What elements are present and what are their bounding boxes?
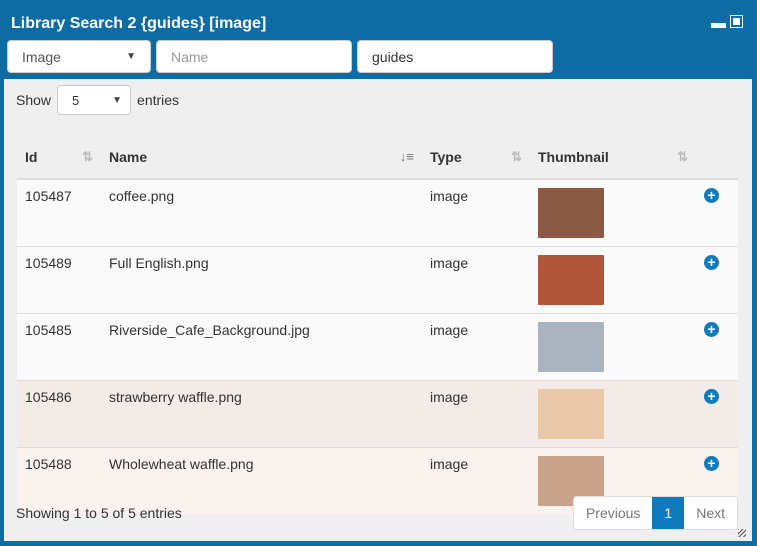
thumbnail-image — [538, 322, 604, 372]
cell-type: image — [422, 447, 530, 514]
add-icon[interactable]: + — [704, 255, 719, 270]
cell-name: strawberry waffle.png — [101, 380, 422, 448]
cell-name: Full English.png — [101, 246, 422, 314]
dialog-body: Show 5 ▼ entries Id ⇅ Name ↓≡ Type ⇅ Thumbn… — [4, 79, 752, 541]
cell-name: Riverside_Cafe_Background.jpg — [101, 313, 422, 381]
header-thumbnail[interactable]: Thumbnail ⇅ — [530, 136, 696, 180]
results-table: Id ⇅ Name ↓≡ Type ⇅ Thumbnail ⇅ 105487 coffee… — [17, 136, 738, 514]
pagination: Previous 1 Next — [572, 496, 738, 530]
thumbnail-image — [538, 188, 604, 238]
header-id[interactable]: Id ⇅ — [17, 136, 101, 180]
dialog-title: Library Search 2 {guides} [image] — [11, 15, 267, 32]
name-input[interactable]: Name — [156, 40, 352, 73]
show-label: Show — [16, 92, 52, 108]
table-row: 105485 Riverside_Cafe_Background.jpg image… — [17, 313, 738, 381]
header-actions — [696, 136, 738, 180]
entries-label: entries — [137, 92, 180, 108]
cell-id: 105486 — [17, 380, 101, 448]
minimize-icon[interactable] — [711, 23, 726, 28]
library-search-dialog: Library Search 2 {guides} [image] Image … — [0, 0, 757, 546]
close-icon[interactable] — [730, 15, 743, 28]
header-name[interactable]: Name ↓≡ — [101, 136, 422, 180]
cell-type: image — [422, 313, 530, 381]
cell-type: image — [422, 380, 530, 448]
add-icon[interactable]: + — [704, 456, 719, 471]
cell-name: coffee.png — [101, 178, 422, 247]
tags-input[interactable]: guides — [357, 40, 553, 73]
page-length-value: 5 — [72, 92, 80, 108]
cell-type: image — [422, 246, 530, 314]
page-1-button[interactable]: 1 — [652, 497, 685, 529]
add-icon[interactable]: + — [704, 188, 719, 203]
next-button[interactable]: Next — [684, 497, 737, 529]
resize-handle[interactable] — [738, 529, 746, 537]
add-icon[interactable]: + — [704, 389, 719, 404]
sort-asc-icon: ↓≡ — [399, 149, 414, 164]
table-row: 105489 Full English.png image + — [17, 246, 738, 314]
sort-icon: ⇅ — [677, 149, 688, 164]
page-length-select[interactable]: 5 ▼ — [57, 85, 132, 115]
type-select[interactable]: Image ▼ — [7, 40, 151, 73]
thumbnail-image — [538, 255, 604, 305]
cell-id: 105485 — [17, 313, 101, 381]
header-type[interactable]: Type ⇅ — [422, 136, 530, 180]
sort-icon: ⇅ — [511, 149, 522, 164]
cell-id: 105489 — [17, 246, 101, 314]
thumbnail-image — [538, 389, 604, 439]
caret-down-icon: ▼ — [126, 51, 136, 62]
cell-type: image — [422, 178, 530, 247]
cell-id: 105487 — [17, 178, 101, 247]
table-row: 105487 coffee.png image + — [17, 178, 738, 247]
table-info: Showing 1 to 5 of 5 entries — [16, 505, 182, 521]
caret-down-icon: ▼ — [112, 94, 123, 106]
type-select-value: Image — [22, 48, 61, 65]
table-row: 105486 strawberry waffle.png image + — [17, 380, 738, 448]
previous-button[interactable]: Previous — [574, 497, 652, 529]
add-icon[interactable]: + — [704, 322, 719, 337]
sort-icon: ⇅ — [82, 149, 93, 164]
